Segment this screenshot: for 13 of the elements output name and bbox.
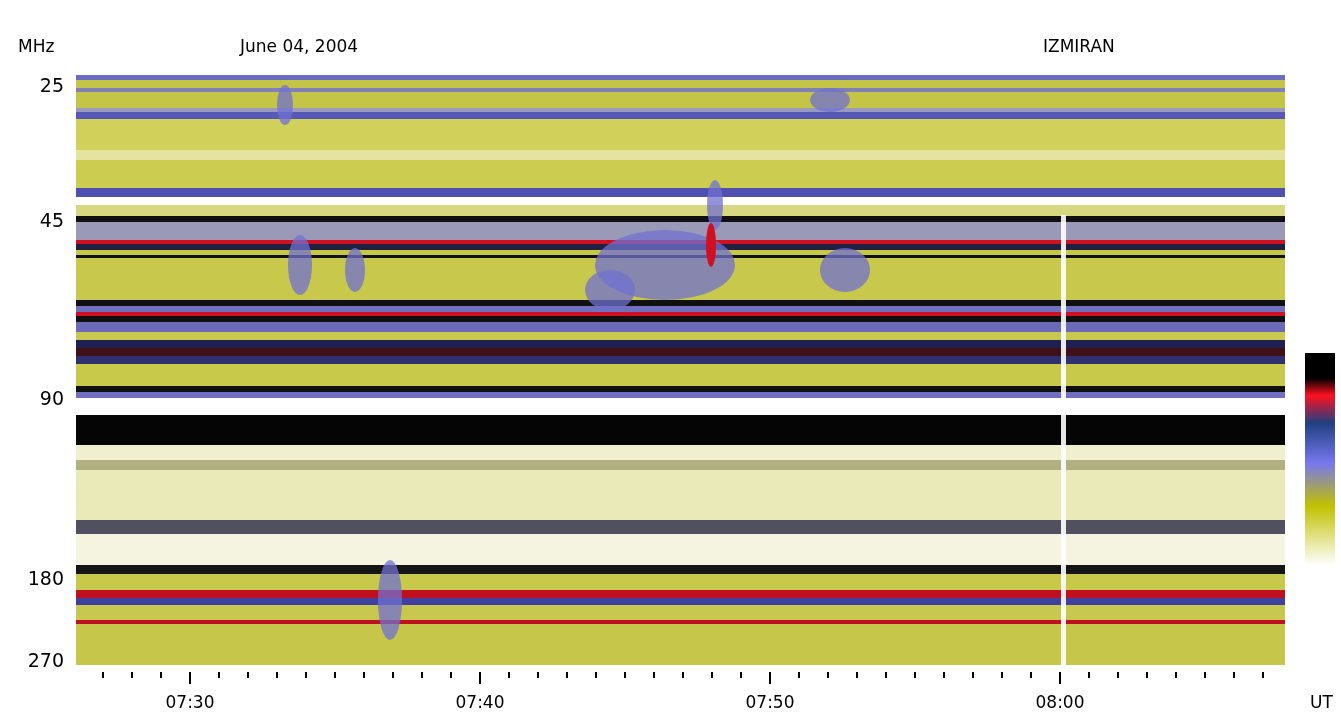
axis-unit-label: UT — [1310, 692, 1333, 712]
x-axis-label: 07:30 — [165, 692, 215, 712]
axis-unit-label: MHz — [18, 36, 55, 56]
y-axis-label: 45 — [39, 209, 64, 231]
x-axis-label: 08:00 — [1035, 692, 1085, 712]
y-axis-label: 270 — [27, 649, 64, 671]
date-label: June 04, 2004 — [240, 36, 359, 56]
y-axis-label: 180 — [27, 567, 64, 589]
y-axis-label: 90 — [39, 387, 64, 409]
station-label: IZMIRAN — [1043, 36, 1115, 56]
x-axis-label: 07:40 — [455, 692, 505, 712]
y-axis-label: 25 — [39, 74, 64, 96]
x-axis-label: 07:50 — [745, 692, 795, 712]
